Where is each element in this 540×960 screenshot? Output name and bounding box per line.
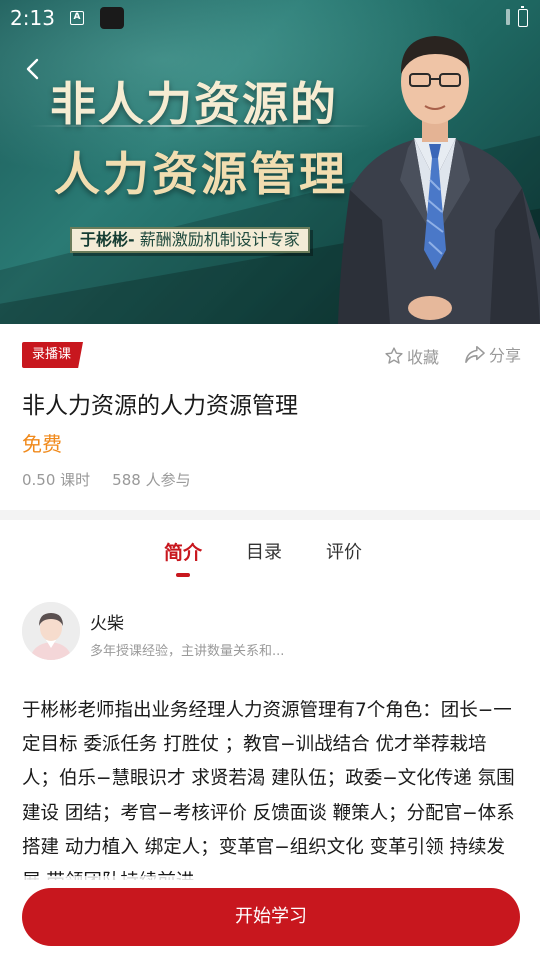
star-icon — [385, 347, 403, 364]
favorite-label: 收藏 — [407, 348, 440, 367]
course-hours: 0.50 课时 — [22, 471, 91, 489]
course-tabs: 简介 目录 评价 — [0, 520, 540, 580]
share-icon — [465, 345, 485, 363]
course-detail-page: 2:13 A 非人力资源的 人力资源管理 于彬彬- 薪酬激励机制设计专家 录播课… — [0, 0, 540, 960]
tab-catalog[interactable]: 目录 — [246, 538, 282, 564]
course-type-badge: 录播课 — [22, 342, 84, 368]
notification-icon: A — [70, 11, 84, 25]
section-divider — [0, 510, 540, 520]
status-time: 2:13 — [10, 6, 55, 30]
app-notification-icon — [100, 7, 124, 29]
course-meta: 0.50 课时 588 人参与 — [22, 469, 191, 490]
teacher-name: 火柴 — [90, 614, 124, 634]
course-price: 免费 — [22, 432, 62, 456]
user-avatar-icon — [22, 602, 80, 660]
start-learning-button[interactable]: 开始学习 — [22, 888, 520, 946]
teacher-photo — [338, 36, 540, 324]
avatar — [22, 602, 80, 660]
favorite-button[interactable]: 收藏 — [384, 344, 439, 368]
teacher-card[interactable]: 火柴 多年授课经验，主讲数量关系和... — [22, 602, 522, 662]
banner-tag-name: 于彬彬- — [80, 230, 135, 249]
tab-reviews[interactable]: 评价 — [326, 538, 362, 564]
active-tab-indicator — [176, 573, 190, 577]
course-description: 于彬彬老师指出业务经理人力资源管理有7个角色：团长−一定目标 委派任务 打胜仗 … — [22, 700, 515, 880]
banner-title-line2: 人力资源管理 — [54, 147, 348, 201]
teacher-bio: 多年授课经验，主讲数量关系和... — [90, 644, 285, 659]
share-button[interactable]: 分享 — [464, 342, 521, 366]
course-banner: 2:13 A 非人力资源的 人力资源管理 于彬彬- 薪酬激励机制设计专家 — [0, 0, 540, 324]
share-label: 分享 — [489, 346, 522, 365]
banner-teacher-tag: 于彬彬- 薪酬激励机制设计专家 — [70, 227, 310, 253]
banner-divider — [30, 125, 370, 127]
course-info: 录播课 收藏 分享 非人力资源的人力资源管理 免费 0.50 课时 588 人参… — [0, 324, 540, 510]
chevron-left-icon — [26, 58, 39, 80]
banner-tag-title: 薪酬激励机制设计专家 — [134, 230, 300, 249]
back-button[interactable] — [18, 54, 48, 84]
course-participants: 588 人参与 — [112, 471, 191, 489]
tab-intro[interactable]: 简介 — [164, 538, 202, 565]
course-title: 非人力资源的人力资源管理 — [22, 393, 298, 419]
